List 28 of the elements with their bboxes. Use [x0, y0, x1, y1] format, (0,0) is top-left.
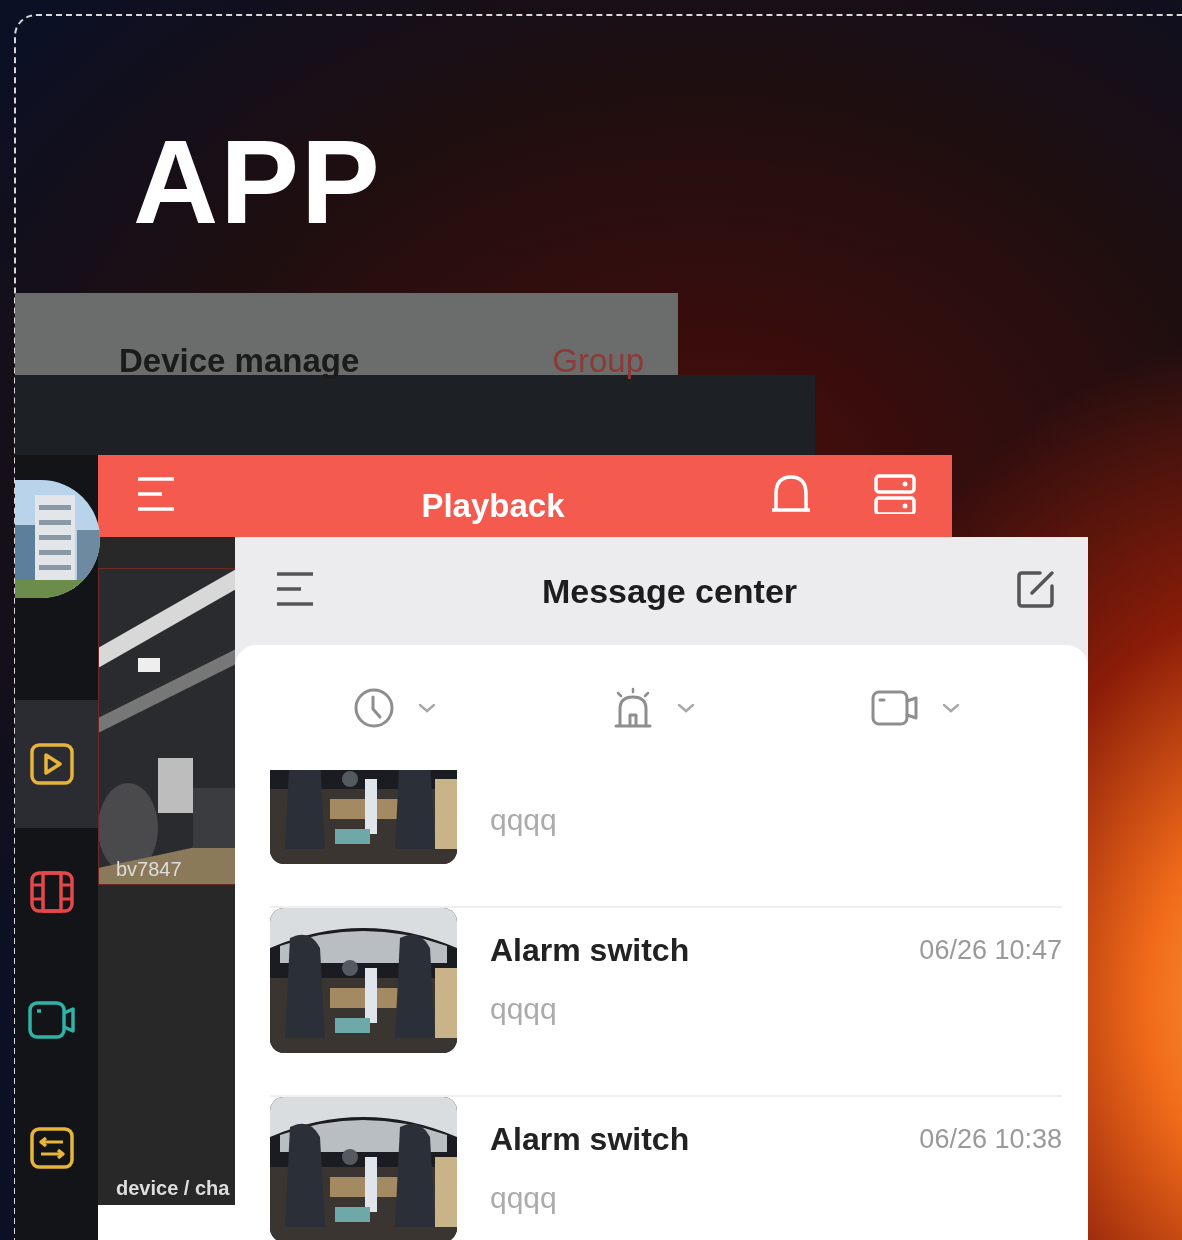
channel-path: device / cha: [116, 1177, 230, 1200]
screen-title: Message center: [540, 571, 799, 611]
message-description: qqqq: [490, 1181, 558, 1215]
menu-icon[interactable]: [275, 569, 315, 609]
message-title: Alarm switch: [490, 1120, 690, 1158]
camera-icon[interactable]: [870, 689, 919, 726]
play-icon[interactable]: [29, 743, 74, 785]
bell-icon[interactable]: [770, 474, 812, 514]
chevron-icon[interactable]: [940, 701, 961, 714]
message-description: qqqq: [490, 803, 558, 837]
group-link[interactable]: Group: [552, 342, 644, 379]
clock-icon[interactable]: [352, 686, 395, 729]
screen-title: Playback: [420, 487, 566, 525]
camera-label: bv7847: [116, 858, 182, 881]
camera-icon[interactable]: [27, 1001, 76, 1039]
chevron-icon[interactable]: [416, 701, 437, 714]
menu-icon[interactable]: [136, 474, 176, 514]
sliders-icon[interactable]: [29, 1127, 74, 1169]
message-time: 06/26 10:38: [919, 1123, 1062, 1155]
message-time: 06/26 10:47: [919, 934, 1062, 966]
film-icon[interactable]: [29, 871, 74, 913]
server-icon[interactable]: [874, 474, 916, 514]
screen-title: Device manage: [119, 342, 360, 379]
edit-icon[interactable]: [1016, 569, 1056, 609]
chevron-icon[interactable]: [675, 701, 696, 714]
message-description: qqqq: [490, 992, 558, 1026]
headline: APP: [133, 118, 382, 248]
message-title: Alarm switch: [490, 931, 690, 969]
